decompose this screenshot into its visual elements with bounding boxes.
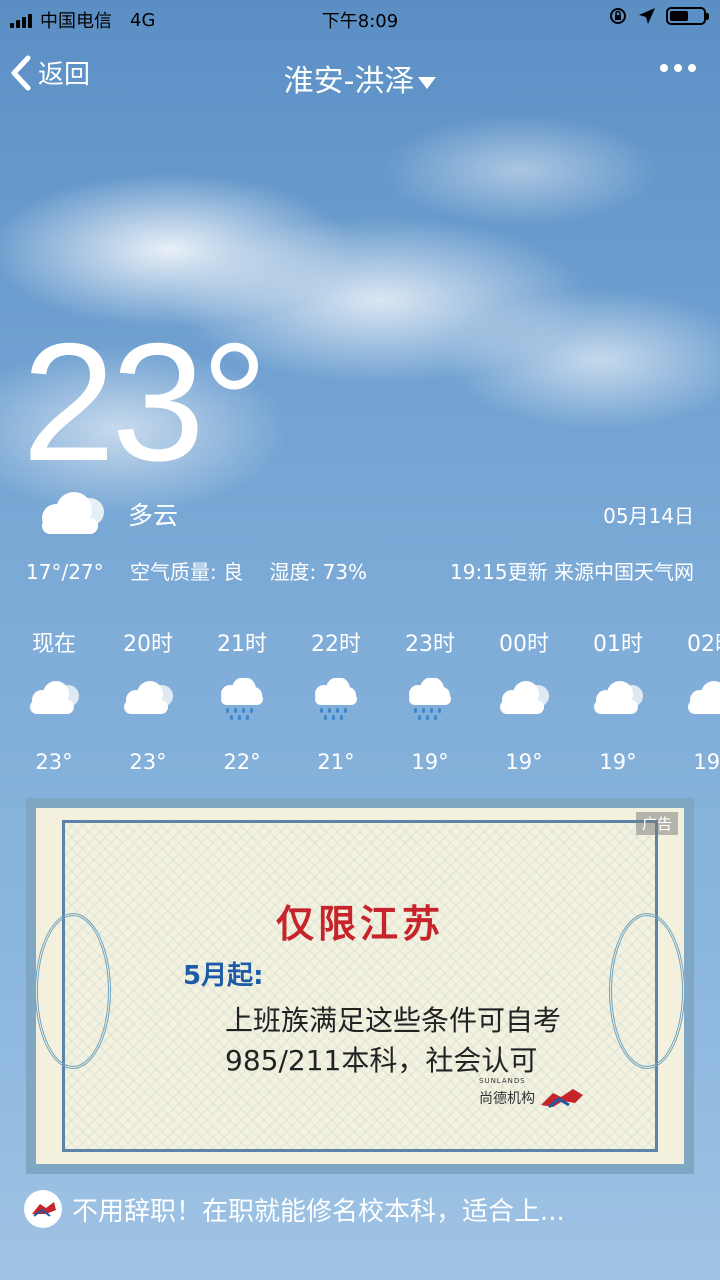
hour-time: 现在: [31, 632, 76, 657]
cloud-icon: [24, 678, 84, 722]
hour-time: 23时: [405, 632, 455, 657]
location-icon: [639, 8, 655, 24]
brand-avatar-icon: [24, 1190, 62, 1228]
hour-temp: 21°: [317, 750, 355, 772]
city-name: 淮安-洪泽: [283, 64, 415, 99]
ad-brand: SUNLANDS 尚德机构: [479, 1077, 585, 1111]
hour-item: 23时 19°: [383, 622, 477, 772]
dot: [674, 64, 682, 72]
humidity: 湿度: 73%: [269, 560, 368, 584]
bull-logo-icon: [541, 1089, 583, 1109]
hour-item: 21时 22°: [195, 622, 289, 772]
hour-temp: 22°: [223, 750, 261, 772]
ad-line-2: 985/211本科，社会认可: [225, 1044, 538, 1077]
ad-certificate: 仅限江苏 5月起: 上班族满足这些条件可自考 985/211本科，社会认可 SU…: [36, 820, 684, 1152]
ad-line-1: 上班族满足这些条件可自考: [225, 1004, 562, 1037]
hour-item: 22时 21°: [289, 622, 383, 772]
cloud-icon: [42, 492, 104, 534]
current-temperature: 23°: [22, 308, 268, 496]
hour-item: 00时 19°: [477, 622, 571, 772]
rain-icon: [212, 677, 272, 722]
hour-item: 现在 23°: [7, 622, 101, 772]
battery-icon: [666, 7, 709, 25]
ad-banner[interactable]: 仅限江苏 5月起: 上班族满足这些条件可自考 985/211本科，社会认可 SU…: [26, 798, 694, 1174]
rain-icon: [306, 677, 366, 722]
dot: [660, 64, 668, 72]
hour-time: 20时: [123, 632, 173, 657]
hour-temp: 19°: [505, 750, 543, 772]
hourly-forecast[interactable]: 现在 23° 20时 23° 21时 22° 22时 21° 23时 19° 0…: [7, 622, 720, 772]
status-right: [608, 6, 709, 26]
rain-icon: [400, 677, 460, 722]
cloud-icon: [682, 678, 720, 722]
hour-time: 01时: [593, 632, 643, 657]
nav-bar: 返回 淮安-洪泽: [0, 50, 720, 100]
ad-tag: 广告: [635, 812, 678, 835]
rotation-lock-icon: [610, 8, 626, 24]
condition-row: 多云 05月14日: [34, 488, 694, 538]
ad-brand-en: SUNLANDS: [479, 1077, 526, 1085]
hour-time: 21时: [217, 632, 267, 657]
city-selector[interactable]: 淮安-洪泽: [0, 56, 720, 100]
hour-time: 02时: [687, 632, 720, 657]
hour-temp: 19°: [599, 750, 637, 772]
air-quality: 空气质量: 良: [130, 560, 244, 584]
hour-temp: 19°: [411, 750, 449, 772]
hour-temp: 19°: [693, 750, 720, 772]
condition-text: 多云: [128, 501, 179, 530]
temp-range: 17°/27°: [26, 560, 104, 584]
dropdown-triangle-icon: [418, 76, 437, 89]
update-source: 19:15更新 来源中国天气网: [450, 560, 694, 584]
more-button[interactable]: [660, 64, 696, 72]
hour-item: 20时 23°: [101, 622, 195, 772]
date-text: 05月14日: [603, 504, 694, 528]
hour-temp: 23°: [129, 750, 167, 772]
ad-caption: 不用辞职！在职就能修名校本科，适合上...: [72, 1196, 565, 1227]
info-row: 17°/27° 空气质量: 良 湿度: 73% 19:15更新 来源中国天气网: [26, 556, 694, 585]
hour-temp: 23°: [35, 750, 73, 772]
hour-item: 01时 19°: [571, 622, 665, 772]
hour-item: 02时 19°: [665, 622, 720, 772]
hour-time: 00时: [499, 632, 549, 657]
cloud-icon: [588, 678, 648, 722]
dot: [688, 64, 696, 72]
hour-time: 22时: [311, 632, 361, 657]
cloud-icon: [494, 678, 554, 722]
ad-brand-name: 尚德机构: [479, 1091, 535, 1107]
ad-subhead: 5月起:: [183, 961, 264, 991]
ad-caption-row[interactable]: 不用辞职！在职就能修名校本科，适合上...: [24, 1190, 704, 1228]
status-bar: 中国电信 4G 下午8:09: [0, 0, 720, 36]
ad-headline: 仅限江苏: [275, 901, 444, 946]
cloud-icon: [118, 678, 178, 722]
